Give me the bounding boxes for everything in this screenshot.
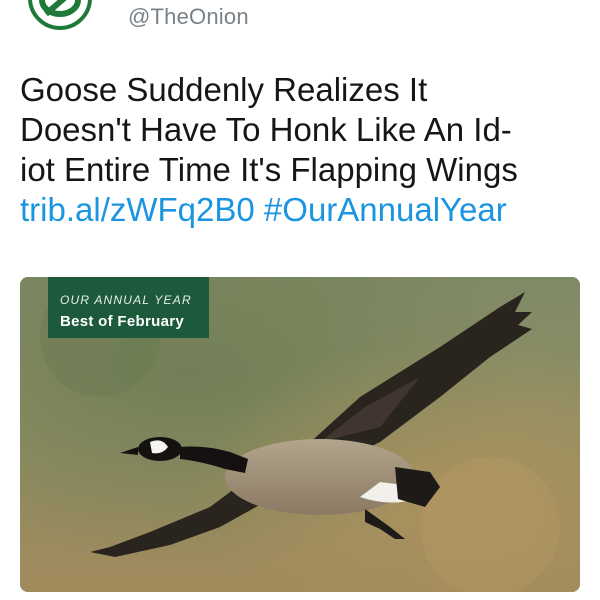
media-card[interactable]: OUR ANNUAL YEAR Best of February: [20, 277, 580, 592]
tweet-card: @TheOnion Goose Suddenly Realizes It Doe…: [0, 0, 600, 600]
annual-year-banner: OUR ANNUAL YEAR Best of February: [48, 277, 209, 338]
tweet-text: Goose Suddenly Realizes It Doesn't Have …: [20, 70, 580, 230]
banner-subtitle: Best of February: [60, 313, 184, 330]
headline-line-1: Goose Suddenly Realizes It: [20, 71, 428, 108]
onion-logo-icon: [39, 0, 81, 17]
headline-line-2: Doesn't Have To Honk Like An Id-: [20, 111, 512, 148]
headline-line-3: iot Entire Time It's Flapping Wings: [20, 151, 518, 188]
profile-avatar[interactable]: [28, 0, 92, 30]
account-handle[interactable]: @TheOnion: [128, 4, 249, 30]
hashtag-link[interactable]: #OurAnnualYear: [264, 191, 507, 228]
article-link[interactable]: trib.al/zWFq2B0: [20, 191, 255, 228]
link-line: trib.al/zWFq2B0 #OurAnnualYear: [20, 190, 580, 230]
banner-title: OUR ANNUAL YEAR: [60, 293, 192, 307]
